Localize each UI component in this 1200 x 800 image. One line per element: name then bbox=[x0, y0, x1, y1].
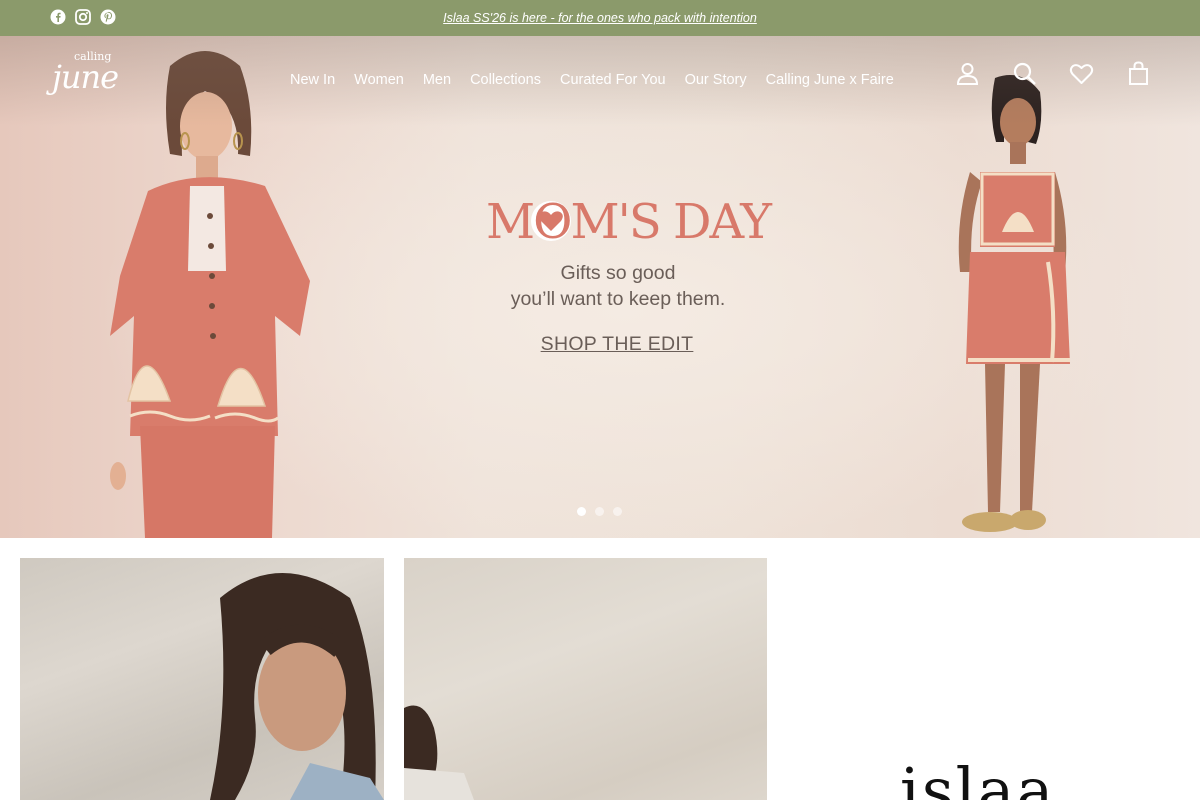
logo-main: june bbox=[52, 58, 119, 96]
carousel-dot-1[interactable] bbox=[577, 507, 586, 516]
nav-item-collections[interactable]: Collections bbox=[470, 72, 541, 88]
hero-model-right bbox=[958, 75, 1070, 532]
collection-tile-2[interactable] bbox=[404, 558, 767, 800]
nav-item-our-story[interactable]: Our Story bbox=[685, 72, 747, 88]
hero-subtitle: Gifts so good you’ll want to keep them. bbox=[460, 260, 776, 312]
account-icon[interactable] bbox=[955, 61, 980, 86]
nav-item-faire[interactable]: Calling June x Faire bbox=[766, 72, 894, 88]
shop-the-edit-link[interactable]: SHOP THE EDIT bbox=[530, 333, 704, 356]
nav-item-new-in[interactable]: New In bbox=[290, 72, 335, 88]
carousel-dot-3[interactable] bbox=[613, 507, 622, 516]
nav-item-women[interactable]: Women bbox=[354, 72, 404, 88]
hero-headline: MOM'S DAY bbox=[486, 194, 772, 250]
wishlist-icon[interactable] bbox=[1069, 61, 1094, 86]
pinterest-icon[interactable] bbox=[100, 9, 116, 25]
carousel-dots bbox=[577, 507, 622, 516]
site-logo[interactable]: calling june bbox=[52, 50, 132, 100]
nav-item-men[interactable]: Men bbox=[423, 72, 451, 88]
announcement-bar: Islaa SS'26 is here - for the ones who p… bbox=[0, 0, 1200, 36]
header-icons bbox=[955, 61, 1151, 86]
cart-icon[interactable] bbox=[1126, 61, 1151, 86]
tile-image-sand bbox=[404, 705, 474, 800]
carousel-dot-2[interactable] bbox=[595, 507, 604, 516]
islaa-brand-wordmark: islaa bbox=[900, 754, 1056, 800]
facebook-icon[interactable] bbox=[50, 9, 66, 25]
instagram-icon[interactable] bbox=[75, 9, 91, 25]
social-links bbox=[50, 9, 116, 25]
collection-tile-1[interactable] bbox=[20, 558, 384, 800]
main-nav: New In Women Men Collections Curated For… bbox=[290, 72, 894, 88]
announcement-link[interactable]: Islaa SS'26 is here - for the ones who p… bbox=[443, 11, 757, 25]
hero-subtitle-line1: Gifts so good bbox=[560, 262, 676, 284]
hero-subtitle-line2: you’ll want to keep them. bbox=[510, 288, 726, 310]
hero-banner[interactable]: calling june New In Women Men Collection… bbox=[0, 36, 1200, 538]
nav-item-curated[interactable]: Curated For You bbox=[560, 72, 666, 88]
tile-image-model bbox=[210, 573, 384, 800]
search-icon[interactable] bbox=[1012, 61, 1037, 86]
